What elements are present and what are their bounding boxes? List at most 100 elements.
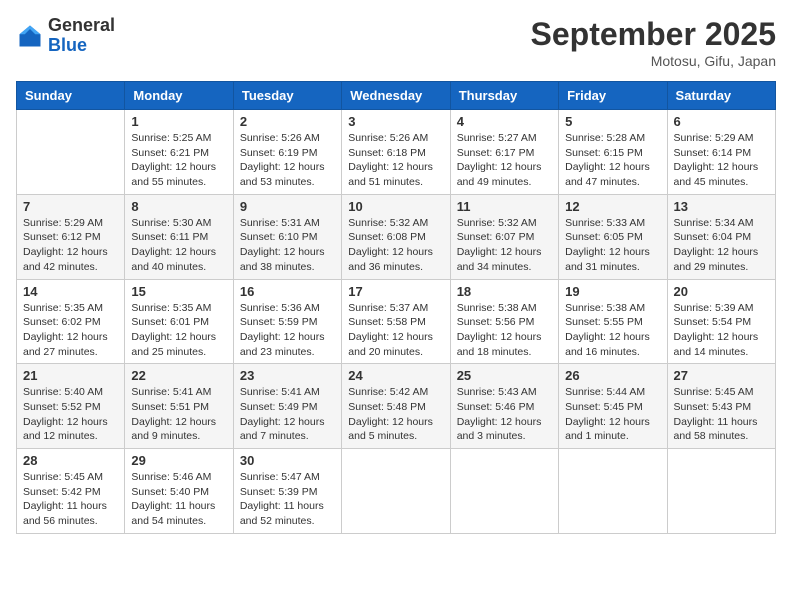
- day-info: Sunrise: 5:33 AM Sunset: 6:05 PM Dayligh…: [565, 216, 660, 275]
- weekday-header-saturday: Saturday: [667, 82, 775, 110]
- calendar-cell: 15Sunrise: 5:35 AM Sunset: 6:01 PM Dayli…: [125, 279, 233, 364]
- calendar-cell: [342, 449, 450, 534]
- day-number: 27: [674, 368, 769, 383]
- day-number: 7: [23, 199, 118, 214]
- day-number: 15: [131, 284, 226, 299]
- day-number: 11: [457, 199, 552, 214]
- day-info: Sunrise: 5:47 AM Sunset: 5:39 PM Dayligh…: [240, 470, 335, 529]
- day-info: Sunrise: 5:41 AM Sunset: 5:51 PM Dayligh…: [131, 385, 226, 444]
- calendar-cell: 12 Sunrise: 5:33 AM Sunset: 6:05 PM Dayli…: [559, 194, 667, 279]
- day-info: Sunrise: 5:32 AM Sunset: 6:08 PM Dayligh…: [348, 216, 443, 275]
- day-number: 20: [674, 284, 769, 299]
- calendar-cell: 10 Sunrise: 5:32 AM Sunset: 6:08 PM Dayli…: [342, 194, 450, 279]
- calendar-cell: 22Sunrise: 5:41 AM Sunset: 5:51 PM Dayli…: [125, 364, 233, 449]
- day-number: 4: [457, 114, 552, 129]
- calendar-cell: 18 Sunrise: 5:38 AM Sunset: 5:56 PM Dayli…: [450, 279, 558, 364]
- day-number: 10: [348, 199, 443, 214]
- day-info: Sunrise: 5:28 AM Sunset: 6:15 PM Dayligh…: [565, 131, 660, 190]
- calendar-cell: 2 Sunrise: 5:26 AM Sunset: 6:19 PM Daylig…: [233, 110, 341, 195]
- calendar-cell: 25Sunrise: 5:43 AM Sunset: 5:46 PM Dayli…: [450, 364, 558, 449]
- calendar-cell: 4Sunrise: 5:27 AM Sunset: 6:17 PM Daylig…: [450, 110, 558, 195]
- day-number: 30: [240, 453, 335, 468]
- day-info: Sunrise: 5:39 AM Sunset: 5:54 PM Dayligh…: [674, 301, 769, 360]
- calendar-week-row: 1Sunrise: 5:25 AM Sunset: 6:21 PM Daylig…: [17, 110, 776, 195]
- weekday-header-wednesday: Wednesday: [342, 82, 450, 110]
- day-number: 26: [565, 368, 660, 383]
- day-number: 13: [674, 199, 769, 214]
- calendar-cell: 11 Sunrise: 5:32 AM Sunset: 6:07 PM Dayli…: [450, 194, 558, 279]
- day-info: Sunrise: 5:38 AM Sunset: 5:55 PM Dayligh…: [565, 301, 660, 360]
- month-title: September 2025: [531, 16, 776, 53]
- day-info: Sunrise: 5:42 AM Sunset: 5:48 PM Dayligh…: [348, 385, 443, 444]
- logo-icon: [16, 22, 44, 50]
- weekday-header-tuesday: Tuesday: [233, 82, 341, 110]
- day-number: 25: [457, 368, 552, 383]
- day-number: 3: [348, 114, 443, 129]
- day-number: 19: [565, 284, 660, 299]
- day-info: Sunrise: 5:29 AM Sunset: 6:14 PM Dayligh…: [674, 131, 769, 190]
- day-info: Sunrise: 5:26 AM Sunset: 6:19 PM Dayligh…: [240, 131, 335, 190]
- day-number: 21: [23, 368, 118, 383]
- calendar-cell: 17 Sunrise: 5:37 AM Sunset: 5:58 PM Dayli…: [342, 279, 450, 364]
- calendar-cell: 24 Sunrise: 5:42 AM Sunset: 5:48 PM Dayli…: [342, 364, 450, 449]
- calendar-cell: 28Sunrise: 5:45 AM Sunset: 5:42 PM Dayli…: [17, 449, 125, 534]
- calendar-cell: 26 Sunrise: 5:44 AM Sunset: 5:45 PM Dayli…: [559, 364, 667, 449]
- calendar-cell: 14 Sunrise: 5:35 AM Sunset: 6:02 PM Dayli…: [17, 279, 125, 364]
- day-info: Sunrise: 5:26 AM Sunset: 6:18 PM Dayligh…: [348, 131, 443, 190]
- calendar-cell: [667, 449, 775, 534]
- day-number: 8: [131, 199, 226, 214]
- calendar-cell: 6 Sunrise: 5:29 AM Sunset: 6:14 PM Daylig…: [667, 110, 775, 195]
- calendar-week-row: 28Sunrise: 5:45 AM Sunset: 5:42 PM Dayli…: [17, 449, 776, 534]
- day-number: 14: [23, 284, 118, 299]
- logo-text: General Blue: [48, 16, 115, 56]
- day-info: Sunrise: 5:35 AM Sunset: 6:02 PM Dayligh…: [23, 301, 118, 360]
- day-info: Sunrise: 5:29 AM Sunset: 6:12 PM Dayligh…: [23, 216, 118, 275]
- calendar-cell: 27Sunrise: 5:45 AM Sunset: 5:43 PM Dayli…: [667, 364, 775, 449]
- calendar-cell: 7 Sunrise: 5:29 AM Sunset: 6:12 PM Daylig…: [17, 194, 125, 279]
- day-number: 1: [131, 114, 226, 129]
- calendar-cell: 5 Sunrise: 5:28 AM Sunset: 6:15 PM Daylig…: [559, 110, 667, 195]
- day-number: 28: [23, 453, 118, 468]
- day-number: 24: [348, 368, 443, 383]
- calendar-cell: 3 Sunrise: 5:26 AM Sunset: 6:18 PM Daylig…: [342, 110, 450, 195]
- calendar-cell: [17, 110, 125, 195]
- weekday-header-row: SundayMondayTuesdayWednesdayThursdayFrid…: [17, 82, 776, 110]
- day-number: 5: [565, 114, 660, 129]
- day-info: Sunrise: 5:37 AM Sunset: 5:58 PM Dayligh…: [348, 301, 443, 360]
- day-info: Sunrise: 5:32 AM Sunset: 6:07 PM Dayligh…: [457, 216, 552, 275]
- day-info: Sunrise: 5:41 AM Sunset: 5:49 PM Dayligh…: [240, 385, 335, 444]
- day-info: Sunrise: 5:46 AM Sunset: 5:40 PM Dayligh…: [131, 470, 226, 529]
- day-number: 12: [565, 199, 660, 214]
- logo-blue: Blue: [48, 35, 87, 55]
- title-block: September 2025 Motosu, Gifu, Japan: [531, 16, 776, 69]
- day-info: Sunrise: 5:30 AM Sunset: 6:11 PM Dayligh…: [131, 216, 226, 275]
- day-info: Sunrise: 5:44 AM Sunset: 5:45 PM Dayligh…: [565, 385, 660, 444]
- day-info: Sunrise: 5:40 AM Sunset: 5:52 PM Dayligh…: [23, 385, 118, 444]
- calendar-week-row: 21 Sunrise: 5:40 AM Sunset: 5:52 PM Dayli…: [17, 364, 776, 449]
- calendar-cell: 19 Sunrise: 5:38 AM Sunset: 5:55 PM Dayli…: [559, 279, 667, 364]
- calendar-cell: 16Sunrise: 5:36 AM Sunset: 5:59 PM Dayli…: [233, 279, 341, 364]
- day-number: 17: [348, 284, 443, 299]
- calendar-week-row: 14 Sunrise: 5:35 AM Sunset: 6:02 PM Dayli…: [17, 279, 776, 364]
- page-header: General Blue September 2025 Motosu, Gifu…: [16, 16, 776, 69]
- logo: General Blue: [16, 16, 115, 56]
- calendar-cell: 13 Sunrise: 5:34 AM Sunset: 6:04 PM Dayli…: [667, 194, 775, 279]
- calendar-cell: [450, 449, 558, 534]
- calendar-cell: 1Sunrise: 5:25 AM Sunset: 6:21 PM Daylig…: [125, 110, 233, 195]
- day-number: 29: [131, 453, 226, 468]
- day-number: 6: [674, 114, 769, 129]
- calendar-cell: [559, 449, 667, 534]
- day-number: 2: [240, 114, 335, 129]
- calendar-week-row: 7 Sunrise: 5:29 AM Sunset: 6:12 PM Daylig…: [17, 194, 776, 279]
- weekday-header-sunday: Sunday: [17, 82, 125, 110]
- day-number: 16: [240, 284, 335, 299]
- calendar-cell: 9Sunrise: 5:31 AM Sunset: 6:10 PM Daylig…: [233, 194, 341, 279]
- day-number: 9: [240, 199, 335, 214]
- weekday-header-monday: Monday: [125, 82, 233, 110]
- day-info: Sunrise: 5:34 AM Sunset: 6:04 PM Dayligh…: [674, 216, 769, 275]
- calendar-cell: 30 Sunrise: 5:47 AM Sunset: 5:39 PM Dayli…: [233, 449, 341, 534]
- day-info: Sunrise: 5:38 AM Sunset: 5:56 PM Dayligh…: [457, 301, 552, 360]
- day-number: 18: [457, 284, 552, 299]
- weekday-header-friday: Friday: [559, 82, 667, 110]
- calendar-cell: 23Sunrise: 5:41 AM Sunset: 5:49 PM Dayli…: [233, 364, 341, 449]
